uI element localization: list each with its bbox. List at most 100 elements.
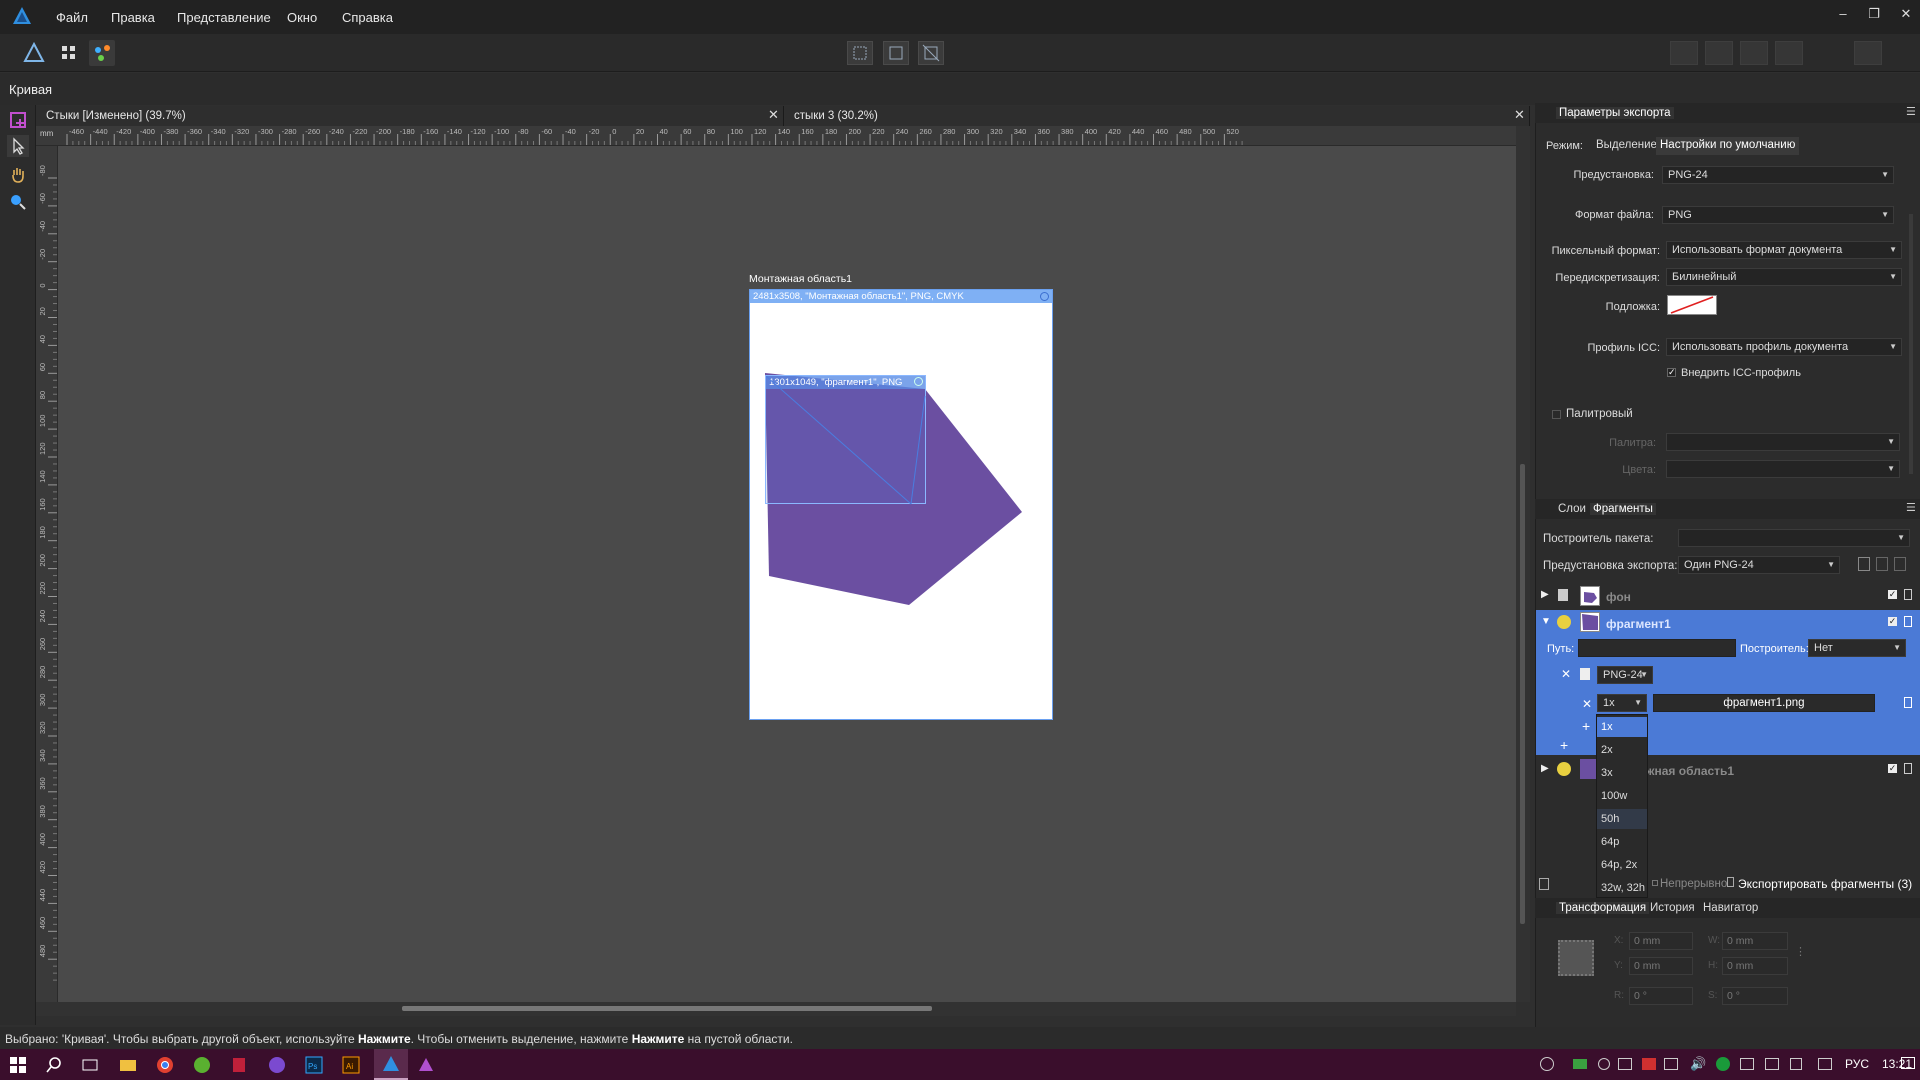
tab-slices[interactable]: Фрагменты xyxy=(1590,503,1656,515)
mode-selection-button[interactable]: Выделение xyxy=(1594,137,1659,155)
delete-preset-icon[interactable] xyxy=(1876,557,1888,571)
volume-icon[interactable]: 🔊 xyxy=(1690,1056,1706,1072)
chrome-icon[interactable] xyxy=(155,1055,175,1075)
resample-dropdown[interactable]: Билинейный ▼ xyxy=(1666,268,1902,286)
tray-app-icon[interactable] xyxy=(1573,1059,1587,1069)
add-scale-icon[interactable]: + xyxy=(1582,718,1590,734)
app-green-icon[interactable] xyxy=(192,1055,212,1075)
photoshop-icon[interactable]: Ps xyxy=(304,1055,324,1075)
y-field[interactable]: 0 mm xyxy=(1629,957,1693,975)
designer-persona-icon[interactable] xyxy=(21,40,47,66)
embed-icc-checkbox[interactable]: ✓ xyxy=(1667,368,1676,377)
minimize-icon[interactable]: – xyxy=(1832,6,1854,21)
batch-builder-dropdown[interactable]: ▼ xyxy=(1678,529,1910,547)
slice-tool-button[interactable] xyxy=(847,41,873,65)
toolbar-right-button-2[interactable] xyxy=(1705,41,1733,65)
panel-menu-icon[interactable]: ☰ xyxy=(1906,105,1916,118)
trash-icon[interactable] xyxy=(1539,878,1549,890)
lock-aspect-icon[interactable]: ⋮ xyxy=(1795,945,1806,958)
artboard-lock-icon[interactable] xyxy=(1904,763,1912,774)
preset-options-icon[interactable] xyxy=(1894,557,1906,571)
export-panel-scrollbar[interactable] xyxy=(1909,214,1913,474)
tray-icon-5[interactable] xyxy=(1664,1058,1678,1070)
doc-tab-1-close-icon[interactable]: ✕ xyxy=(768,107,779,123)
artboard-slice-button[interactable] xyxy=(883,41,909,65)
anchor-selector-icon[interactable] xyxy=(1558,940,1594,976)
filename-field[interactable]: фрагмент1.png xyxy=(1653,694,1875,712)
tray-icon-4[interactable] xyxy=(1642,1058,1656,1070)
h-field[interactable]: 0 mm xyxy=(1722,957,1788,975)
remove-format-icon[interactable]: ✕ xyxy=(1561,667,1571,681)
menu-window[interactable]: Окно xyxy=(287,10,317,25)
export-preset-dropdown[interactable]: Один PNG-24 ▼ xyxy=(1678,556,1840,574)
scale-option[interactable]: 2x xyxy=(1601,744,1613,756)
preset-dropdown[interactable]: PNG-24 ▼ xyxy=(1662,166,1894,184)
artboard-export-checkbox[interactable]: ✓ xyxy=(1888,764,1897,773)
pen-icon[interactable] xyxy=(1790,1058,1802,1070)
format-dropdown[interactable]: PNG-24 ▼ xyxy=(1597,666,1653,684)
w-field[interactable]: 0 mm xyxy=(1722,932,1788,950)
canvas-horizontal-scrollbar[interactable] xyxy=(36,1002,1516,1016)
remove-scale-icon[interactable]: ✕ xyxy=(1582,697,1592,711)
icc-dropdown[interactable]: Использовать профиль документа ▼ xyxy=(1666,338,1902,356)
slice-tool-icon[interactable] xyxy=(7,109,29,131)
menu-file[interactable]: Файл xyxy=(56,10,88,25)
expand-arrow-icon[interactable]: ▶ xyxy=(1541,589,1549,600)
keyboard-icon[interactable] xyxy=(1818,1058,1832,1070)
scale-option[interactable]: 32w, 32h xyxy=(1601,882,1645,894)
copy-preset-icon[interactable] xyxy=(1858,557,1870,571)
toolbar-right-button-1[interactable] xyxy=(1670,41,1698,65)
network-icon[interactable] xyxy=(1740,1058,1754,1070)
scale-dropdown[interactable]: 1x ▼ xyxy=(1597,694,1647,712)
fragment-export-checkbox[interactable]: ✓ xyxy=(1888,617,1897,626)
object-slice-button[interactable] xyxy=(918,41,944,65)
slices-panel-menu-icon[interactable]: ☰ xyxy=(1906,501,1916,514)
people-icon[interactable] xyxy=(1540,1057,1554,1071)
tab-history[interactable]: История xyxy=(1650,902,1695,914)
slice-fragment1[interactable]: 1301x1049, "фрагмент1", PNG xyxy=(765,375,926,505)
rotation-field[interactable]: 0 ° xyxy=(1629,987,1693,1005)
export-panel-title[interactable]: Параметры экспорта xyxy=(1556,107,1674,119)
tab-transform[interactable]: Трансформация xyxy=(1556,902,1650,914)
pixel-persona-icon[interactable] xyxy=(56,40,82,66)
windows-start-icon[interactable] xyxy=(8,1055,28,1075)
scale-option[interactable]: 50h xyxy=(1601,813,1619,825)
menu-help[interactable]: Справка xyxy=(342,10,393,25)
toolbar-right-button-4[interactable] xyxy=(1775,41,1803,65)
app-red-icon[interactable] xyxy=(229,1055,249,1075)
filename-lock-icon[interactable] xyxy=(1904,697,1912,708)
doc-tab-2[interactable] xyxy=(785,106,1530,126)
affinity-photo-icon[interactable] xyxy=(416,1055,436,1075)
canvas[interactable]: Монтажная область1 2481x3508, "Монтажная… xyxy=(58,146,1516,1002)
mode-defaults-button[interactable]: Настройки по умолчанию xyxy=(1656,137,1800,155)
scale-option[interactable]: 3x xyxy=(1601,767,1613,779)
tray-icon-6[interactable] xyxy=(1716,1057,1730,1071)
illustrator-icon[interactable]: Ai xyxy=(341,1055,361,1075)
scale-option[interactable]: 1x xyxy=(1601,721,1613,733)
builder-dropdown[interactable]: Нет ▼ xyxy=(1808,639,1906,657)
menu-edit[interactable]: Правка xyxy=(111,10,155,25)
continuous-checkbox[interactable] xyxy=(1652,880,1658,886)
scale-option[interactable]: 64p, 2x xyxy=(1601,859,1637,871)
scale-option[interactable]: 64p xyxy=(1601,836,1619,848)
path-input[interactable] xyxy=(1578,639,1736,657)
colors-dropdown[interactable]: ▼ xyxy=(1666,460,1900,478)
slice-lock-icon[interactable] xyxy=(1904,589,1912,600)
tray-icon-2[interactable] xyxy=(1598,1058,1610,1070)
display-icon[interactable] xyxy=(1765,1058,1779,1070)
zoom-tool-icon[interactable] xyxy=(7,191,29,213)
notifications-icon[interactable] xyxy=(1901,1057,1915,1069)
tab-navigator[interactable]: Навигатор xyxy=(1703,902,1758,914)
add-format-icon[interactable]: + xyxy=(1560,737,1568,753)
close-window-icon[interactable]: ✕ xyxy=(1895,6,1917,22)
toolbar-right-button-5[interactable] xyxy=(1854,41,1882,65)
restore-icon[interactable]: ❐ xyxy=(1863,6,1885,22)
pixel-format-dropdown[interactable]: Использовать формат документа ▼ xyxy=(1666,241,1902,259)
palette-checkbox[interactable] xyxy=(1552,410,1561,419)
doc-tab-2-close-icon[interactable]: ✕ xyxy=(1514,107,1525,123)
hand-tool-icon[interactable] xyxy=(7,163,29,185)
viber-icon[interactable] xyxy=(267,1055,287,1075)
fragment-lock-icon[interactable] xyxy=(1904,616,1912,627)
canvas-vertical-scrollbar[interactable] xyxy=(1516,126,1530,1002)
tab-layers[interactable]: Слои xyxy=(1558,503,1586,515)
